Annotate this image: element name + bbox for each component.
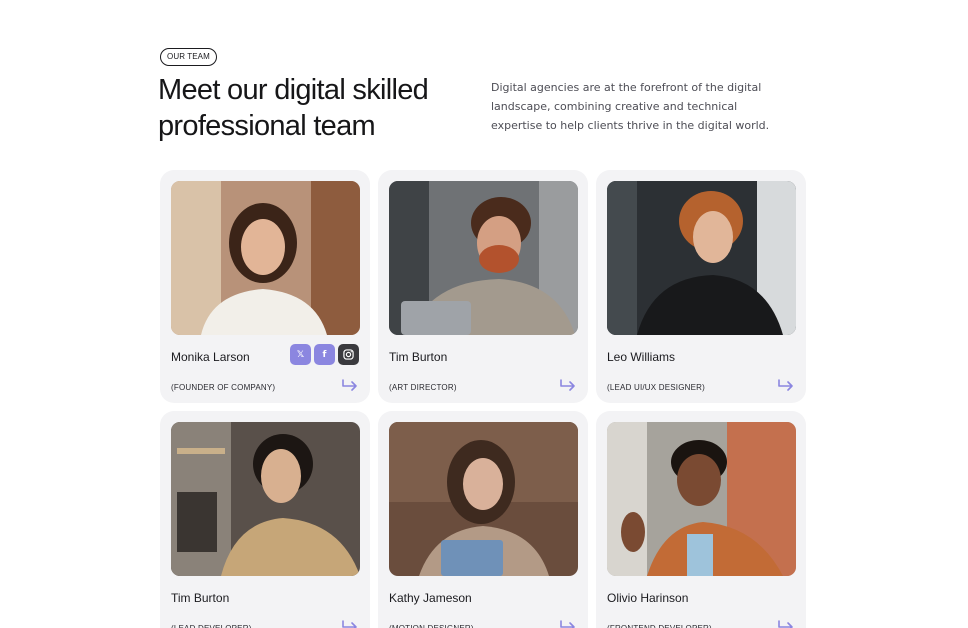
arrow-right-icon[interactable]	[341, 619, 359, 628]
member-photo	[171, 422, 360, 576]
member-photo	[171, 181, 360, 335]
arrow-right-icon[interactable]	[777, 378, 795, 392]
team-card: Leo Williams (LEAD UI/UX DESIGNER)	[596, 170, 806, 403]
arrow-right-icon[interactable]	[559, 619, 577, 628]
member-role: (ART DIRECTOR)	[389, 383, 457, 392]
facebook-icon[interactable]: f	[314, 344, 335, 365]
team-card: Monika Larson 𝕏 f (FOUNDER OF COMPANY)	[160, 170, 370, 403]
member-photo	[607, 422, 796, 576]
section-title: Meet our digital skilled professional te…	[158, 74, 429, 142]
member-role: (MOTION DESIGNER)	[389, 624, 474, 628]
x-icon[interactable]: 𝕏	[290, 344, 311, 365]
member-name: Leo Williams	[607, 350, 676, 364]
team-card: Olivio Harinson (FRONTEND DEVELOPER)	[596, 411, 806, 628]
team-card: Kathy Jameson (MOTION DESIGNER)	[378, 411, 588, 628]
member-role: (FOUNDER OF COMPANY)	[171, 383, 276, 392]
section-badge: OUR TEAM	[160, 48, 217, 66]
social-links: 𝕏 f	[290, 344, 359, 365]
arrow-right-icon[interactable]	[559, 378, 577, 392]
team-card: Tim Burton (ART DIRECTOR)	[378, 170, 588, 403]
instagram-icon[interactable]	[338, 344, 359, 365]
member-name: Monika Larson	[171, 350, 250, 364]
member-name: Tim Burton	[389, 350, 448, 364]
team-grid: Monika Larson 𝕏 f (FOUNDER OF COMPANY) T…	[160, 170, 806, 628]
arrow-right-icon[interactable]	[341, 378, 359, 392]
arrow-right-icon[interactable]	[777, 619, 795, 628]
member-name: Kathy Jameson	[389, 591, 472, 605]
member-role: (LEAD DEVELOPER)	[171, 624, 252, 628]
section-intro: Digital agencies are at the forefront of…	[491, 81, 770, 132]
member-photo	[389, 181, 578, 335]
member-role: (FRONTEND DEVELOPER)	[607, 624, 712, 628]
team-card: Tim Burton (LEAD DEVELOPER)	[160, 411, 370, 628]
member-name: Tim Burton	[171, 591, 230, 605]
member-role: (LEAD UI/UX DESIGNER)	[607, 383, 705, 392]
member-name: Olivio Harinson	[607, 591, 689, 605]
member-photo	[607, 181, 796, 335]
member-photo	[389, 422, 578, 576]
